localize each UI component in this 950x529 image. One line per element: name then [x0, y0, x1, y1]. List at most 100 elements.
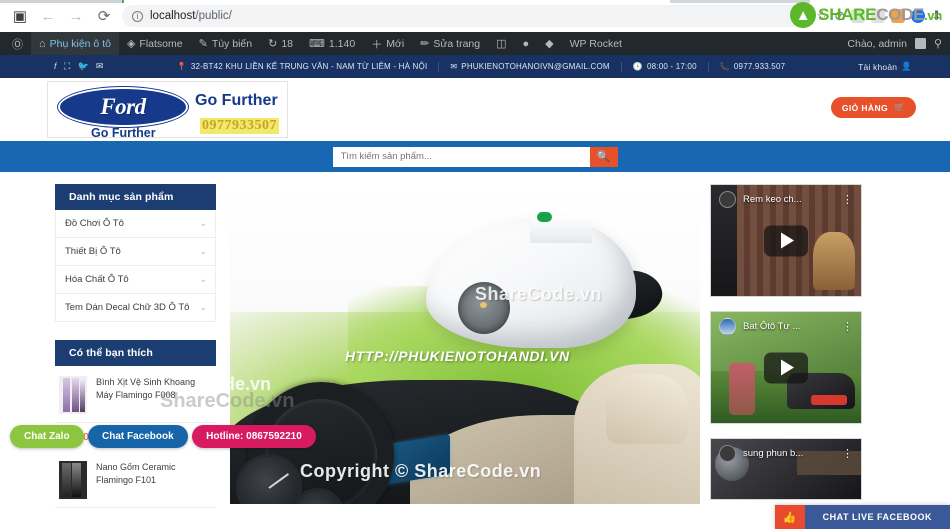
play-button[interactable] [764, 225, 808, 256]
wp-item-plugin-3[interactable]: ◆ [537, 32, 561, 55]
edit-icon: ✏ [420, 38, 430, 50]
wp-item-plugin-1[interactable]: ◫ [488, 32, 514, 55]
wp-item-comments[interactable]: ⌨ 1.140 [301, 32, 363, 55]
account-link[interactable]: Tài khoản 👤 [858, 61, 912, 72]
facebook-icon[interactable]: 𝑓 [54, 61, 57, 72]
kebab-menu-icon[interactable]: ⋮ [842, 194, 853, 205]
wp-item-label: WP Rocket [569, 37, 622, 50]
extension-icon-3[interactable] [891, 9, 906, 23]
video-title: Bat Ôtô Tự ... [743, 321, 801, 332]
extension-icon-1[interactable] [851, 9, 866, 23]
wp-account-area: Chào, admin ⚲ [847, 37, 950, 51]
search-button[interactable]: 🔍 [589, 146, 618, 167]
profile-avatar[interactable] [911, 9, 926, 23]
kebab-menu-icon[interactable]: ⋮ [842, 448, 853, 459]
product-name: Bình Xịt Vệ Sinh Khoang Máy Flamingo F00… [96, 377, 196, 401]
chat-facebook-button[interactable]: Chat Facebook [88, 425, 188, 448]
wp-item-updates[interactable]: ↻ 18 [260, 32, 301, 55]
search-input[interactable] [332, 146, 590, 167]
channel-avatar[interactable] [719, 318, 736, 335]
twitter-icon[interactable]: 🐦 [78, 61, 89, 72]
social-links: 𝑓 ⛶ 🐦 ✉ [54, 61, 104, 72]
channel-avatar[interactable] [719, 191, 736, 208]
home-icon: ⌂ [39, 37, 46, 50]
category-list: Đồ Chơi Ô Tô ⌄ Thiết Bị Ô Tô ⌄ Hóa Chất … [55, 210, 216, 322]
sidebar-item-do-choi-o-to[interactable]: Đồ Chơi Ô Tô ⌄ [56, 210, 215, 238]
wp-item-new[interactable]: ＋ Mới [363, 32, 412, 55]
account-label: Tài khoản [858, 61, 898, 72]
list-item[interactable]: Bình Xịt Vệ Sinh Khoang Máy Flamingo F00… [55, 366, 216, 423]
wp-logo-menu[interactable]: Ⓞ [4, 32, 31, 55]
vacuum-intake [458, 282, 510, 334]
browser-toolbar: ▣ ← → ⟳ i localhost/public/ ☆ ⊘ ⬇ ▲ SHAR… [0, 0, 950, 32]
site-logo[interactable]: Ford Go Further Go Further 0977933507 [47, 81, 288, 140]
chevron-down-icon[interactable]: ⌄ [199, 302, 207, 313]
tagline-small: Go Further [91, 126, 156, 140]
update-icon: ↻ [268, 38, 278, 50]
avatar[interactable] [914, 38, 926, 49]
instagram-icon[interactable]: ⛶ [64, 61, 71, 72]
video-card[interactable]: Rem keo ch... ⋮ [710, 184, 862, 297]
back-button[interactable]: ← [34, 2, 62, 30]
logo-phone: 0977933507 [200, 118, 279, 134]
shield-icon[interactable]: ⊘ [834, 8, 845, 24]
forward-button[interactable]: → [62, 2, 90, 30]
phone-block[interactable]: 📞 0977.933.507 [709, 62, 797, 71]
chat-live-facebook-bar[interactable]: 👍 CHAT LIVE FACEBOOK [774, 505, 950, 529]
reload-button[interactable]: ⟳ [90, 2, 118, 30]
dot-icon: ● [522, 37, 530, 50]
play-icon [781, 232, 794, 249]
chevron-down-icon[interactable]: ⌄ [199, 218, 207, 229]
hotline-button[interactable]: Hotline: 0867592210 [192, 425, 316, 448]
wp-admin-bar: Ⓞ ⌂ Phụ kiện ô tô ◈ Flatsome ✎ Tùy biến … [0, 32, 950, 55]
channel-avatar[interactable] [719, 445, 736, 462]
wp-item-wp-rocket[interactable]: WP Rocket [562, 32, 630, 55]
video-title: sung phun b... [743, 448, 804, 459]
address-bar[interactable]: i localhost/public/ [122, 5, 809, 27]
play-icon [781, 359, 794, 376]
list-item[interactable]: Nano Gốm Ceramic Flamingo F101 [55, 451, 216, 508]
wp-item-customize[interactable]: ✎ Tùy biến [191, 32, 261, 55]
envelope-icon: ✉ [450, 62, 458, 71]
category-label: Tem Dán Decal Chữ 3D Ô Tô [65, 302, 190, 313]
search-form: 🔍 [332, 146, 618, 167]
chevron-down-icon[interactable]: ⌄ [199, 274, 207, 285]
chat-zalo-button[interactable]: Chat Zalo [10, 425, 84, 448]
email-icon[interactable]: ✉ [96, 61, 104, 72]
url-path: /public/ [195, 10, 232, 22]
wp-site-name[interactable]: ⌂ Phụ kiện ô tô [31, 32, 119, 55]
sidebar-item-thiet-bi-o-to[interactable]: Thiết Bị Ô Tô ⌄ [56, 238, 215, 266]
wp-item-plugin-2[interactable]: ● [515, 32, 538, 55]
site-top-contact-bar: 𝑓 ⛶ 🐦 ✉ 📍 32-BT42 KHU LIỀN KỂ TRUNG VĂN … [0, 55, 950, 78]
wp-item-edit-page[interactable]: ✏ Sửa trang [412, 32, 488, 55]
download-icon[interactable]: ⬇ [931, 8, 942, 24]
hero-banner[interactable]: ShareCode.vn HTTP://PHUKIENOTOHANDI.VN C… [230, 184, 700, 504]
bookmark-star-icon[interactable]: ☆ [817, 8, 829, 24]
wp-greeting[interactable]: Chào, admin [847, 38, 907, 50]
video-card[interactable]: Bat Ôtô Tự ... ⋮ [710, 311, 862, 424]
category-label: Hóa Chất Ô Tô [65, 274, 129, 285]
user-icon: 👤 [901, 61, 912, 71]
book-icon: ◫ [496, 38, 507, 50]
email-block[interactable]: ✉ PHUKIENOTOHANOIVN@GMAIL.COM [439, 62, 620, 71]
kebab-menu-icon[interactable]: ⋮ [842, 321, 853, 332]
sidebar-item-tem-dan-decal[interactable]: Tem Dán Decal Chữ 3D Ô Tô ⌄ [56, 294, 215, 321]
wp-updates-count: 18 [281, 37, 294, 50]
vacuum-power-button-icon [537, 212, 552, 222]
chevron-down-icon[interactable]: ⌄ [199, 246, 207, 257]
sidebar-item-hoa-chat-o-to[interactable]: Hóa Chất Ô Tô ⌄ [56, 266, 215, 294]
categories-title: Danh mục sản phẩm [55, 184, 216, 210]
cart-button[interactable]: GIỎ HÀNG 🛒 [830, 97, 916, 118]
phone-icon: 📞 [719, 62, 730, 71]
right-sidebar: Rem keo ch... ⋮ Bat Ôtô Tự ... ⋮ sung ph… [700, 184, 910, 529]
video-card[interactable]: sung phun b... ⋮ [710, 438, 862, 500]
page-content: Danh mục sản phẩm Đồ Chơi Ô Tô ⌄ Thiết B… [0, 172, 950, 529]
clock-icon: 🕓 [632, 62, 643, 71]
wp-item-label: Mới [386, 37, 405, 50]
play-button[interactable] [764, 352, 808, 383]
site-info-icon[interactable]: i [132, 10, 143, 22]
search-icon[interactable]: ⚲ [934, 37, 942, 50]
wp-item-flatsome[interactable]: ◈ Flatsome [119, 32, 191, 55]
side-panel-icon[interactable]: ▣ [6, 2, 34, 30]
extension-icon-2[interactable] [871, 9, 886, 23]
